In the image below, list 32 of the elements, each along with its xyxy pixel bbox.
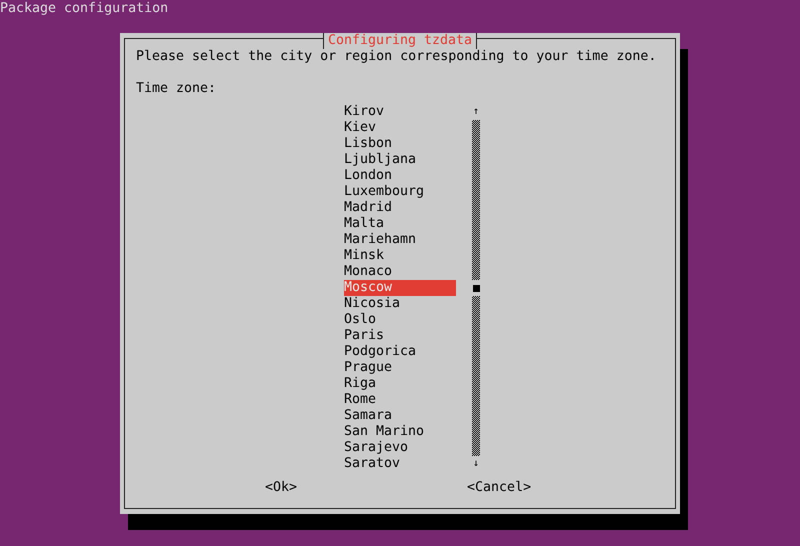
field-label: Time zone: [135, 81, 216, 97]
list-item[interactable]: Ljubljana [344, 152, 456, 168]
list-item[interactable]: Luxembourg [344, 184, 456, 200]
list-item[interactable]: Paris [344, 328, 456, 344]
list-item[interactable]: Sarajevo [344, 440, 456, 456]
list-item[interactable]: Saratov [344, 456, 456, 472]
screen-title: Package configuration [0, 0, 168, 17]
list-item[interactable]: Podgorica [344, 344, 456, 360]
ok-button[interactable]: <Ok> [265, 480, 298, 496]
list-item[interactable]: London [344, 168, 456, 184]
list-item[interactable]: Riga [344, 376, 456, 392]
list-item[interactable]: Kiev [344, 120, 456, 136]
list-item[interactable]: Minsk [344, 248, 456, 264]
cancel-button[interactable]: <Cancel> [467, 480, 532, 496]
scroll-down-arrow[interactable]: ↓ [472, 456, 480, 472]
scroll-up-arrow[interactable]: ↑ [472, 104, 480, 120]
dialog-title: Configuring tzdata [322, 33, 478, 49]
list-item[interactable]: Mariehamn [344, 232, 456, 248]
list-item[interactable]: Rome [344, 392, 456, 408]
list-item[interactable]: Oslo [344, 312, 456, 328]
prompt-text: Please select the city or region corresponding to your time zone. [135, 49, 656, 65]
list-item[interactable]: Monaco [344, 264, 456, 280]
list-item[interactable]: Nicosia [344, 296, 456, 312]
list-item[interactable]: San Marino [344, 424, 456, 440]
list-item[interactable]: Samara [344, 408, 456, 424]
list-item[interactable]: Moscow [344, 280, 456, 296]
list-item[interactable]: Lisbon [344, 136, 456, 152]
list-item[interactable]: Madrid [344, 200, 456, 216]
list-item[interactable]: Malta [344, 216, 456, 232]
scrollbar-thumb[interactable] [472, 284, 480, 292]
list-item[interactable]: Prague [344, 360, 456, 376]
list-item[interactable]: Kirov [344, 104, 456, 120]
